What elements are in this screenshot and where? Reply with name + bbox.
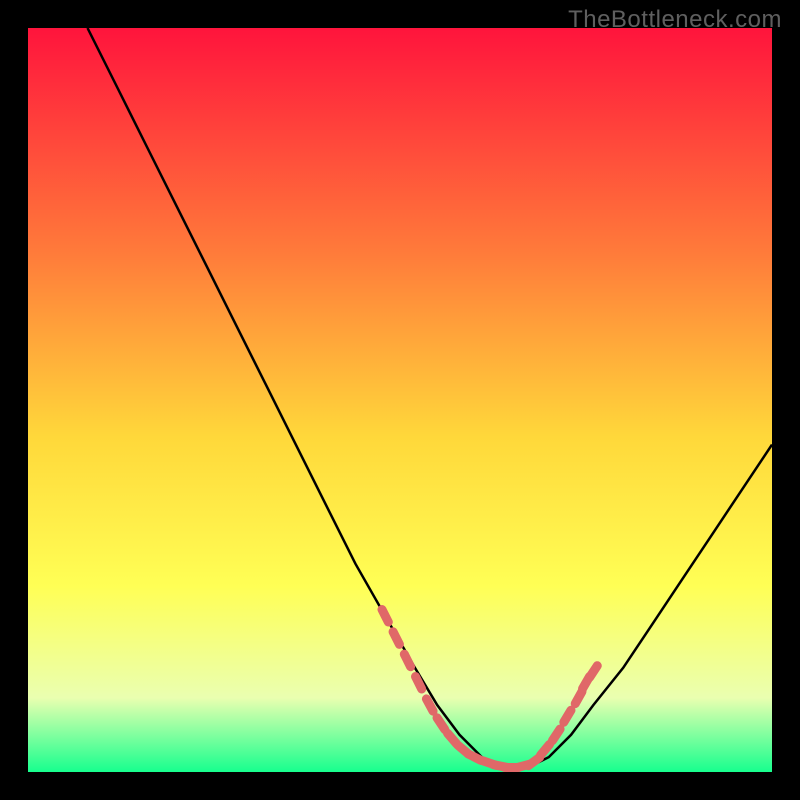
curve-marker	[416, 677, 422, 690]
curve-marker	[404, 654, 410, 667]
curve-marker	[575, 692, 582, 704]
curve-marker	[393, 632, 399, 645]
chart-frame: TheBottleneck.com	[0, 0, 800, 800]
curve-marker	[426, 699, 433, 711]
gradient-background	[28, 28, 772, 772]
chart-svg	[28, 28, 772, 772]
curve-marker	[552, 729, 560, 741]
curve-marker	[382, 610, 388, 623]
curve-marker	[564, 710, 571, 722]
